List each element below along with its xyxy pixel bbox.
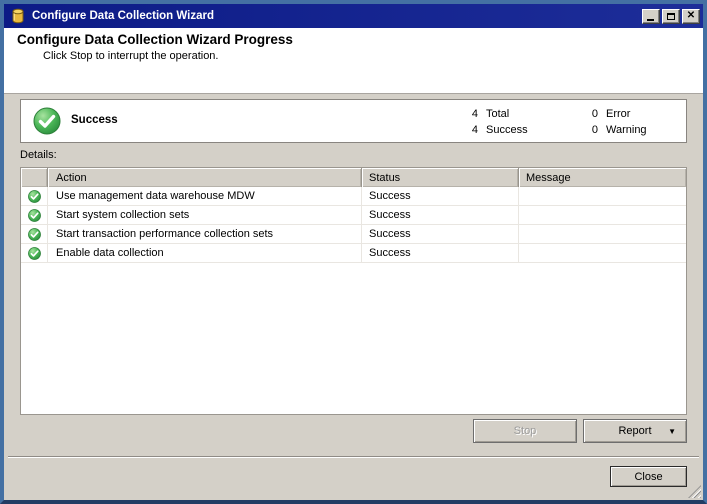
page-subtitle: Click Stop to interrupt the operation. (43, 50, 218, 62)
count-total-value: 4 (468, 108, 478, 120)
titlebar[interactable]: Configure Data Collection Wizard ✕ (4, 4, 703, 28)
count-error-label: Error (606, 108, 630, 120)
table-row[interactable]: Start system collection sets Success (21, 206, 686, 225)
minimize-icon (647, 19, 654, 21)
window-title: Configure Data Collection Wizard (32, 10, 640, 22)
table-row[interactable]: Use management data warehouse MDW Succes… (21, 187, 686, 206)
count-success: 4 Success (468, 124, 528, 136)
success-check-icon (33, 107, 61, 135)
footer-divider (8, 456, 699, 458)
report-button-label: Report (618, 425, 651, 437)
maximize-icon (667, 13, 675, 20)
count-total: 4 Total (468, 108, 509, 120)
status-cell: Success (362, 187, 519, 205)
resize-grip[interactable] (688, 485, 701, 498)
wizard-dialog: Configure Data Collection Wizard ✕ Confi… (0, 0, 707, 504)
action-cell: Enable data collection (48, 244, 362, 262)
close-button[interactable]: Close (610, 466, 687, 487)
status-cell: Success (362, 244, 519, 262)
page-title: Configure Data Collection Wizard Progres… (17, 32, 293, 47)
database-cylinder-icon (10, 8, 26, 24)
count-success-label: Success (486, 124, 528, 136)
minimize-button[interactable] (642, 9, 660, 24)
column-header-message[interactable]: Message (519, 168, 686, 187)
row-status-icon-cell (21, 187, 48, 205)
action-cell: Use management data warehouse MDW (48, 187, 362, 205)
table-row[interactable]: Enable data collection Success (21, 244, 686, 263)
summary-panel: Success 4 Total 4 Success 0 Error 0 Warn… (20, 99, 687, 143)
status-cell: Success (362, 206, 519, 224)
count-success-value: 4 (468, 124, 478, 136)
report-button[interactable]: Report ▼ (583, 419, 687, 443)
stop-button[interactable]: Stop (473, 419, 577, 443)
column-header-icon[interactable] (21, 168, 48, 187)
count-error-value: 0 (588, 108, 598, 120)
success-check-icon (28, 209, 41, 222)
action-cell: Start system collection sets (48, 206, 362, 224)
table-row[interactable]: Start transaction performance collection… (21, 225, 686, 244)
details-table: Action Status Message Use management dat… (20, 167, 687, 415)
status-cell: Success (362, 225, 519, 243)
message-cell (519, 225, 686, 243)
row-status-icon-cell (21, 244, 48, 262)
close-window-button[interactable]: ✕ (682, 9, 700, 24)
column-header-action[interactable]: Action (48, 168, 362, 187)
count-warning-label: Warning (606, 124, 647, 136)
action-cell: Start transaction performance collection… (48, 225, 362, 243)
status-label: Success (71, 114, 118, 126)
count-total-label: Total (486, 108, 509, 120)
chevron-down-icon: ▼ (668, 427, 676, 436)
message-cell (519, 187, 686, 205)
count-warning: 0 Warning (588, 124, 647, 136)
row-status-icon-cell (21, 225, 48, 243)
success-check-icon (28, 247, 41, 260)
success-check-icon (28, 228, 41, 241)
message-cell (519, 244, 686, 262)
message-cell (519, 206, 686, 224)
details-label: Details: (20, 149, 57, 161)
column-header-status[interactable]: Status (362, 168, 519, 187)
wizard-header: Configure Data Collection Wizard Progres… (4, 28, 703, 94)
row-status-icon-cell (21, 206, 48, 224)
count-error: 0 Error (588, 108, 630, 120)
maximize-button[interactable] (662, 9, 680, 24)
count-warning-value: 0 (588, 124, 598, 136)
table-header-row: Action Status Message (21, 168, 686, 187)
close-icon: ✕ (687, 11, 695, 21)
success-check-icon (28, 190, 41, 203)
